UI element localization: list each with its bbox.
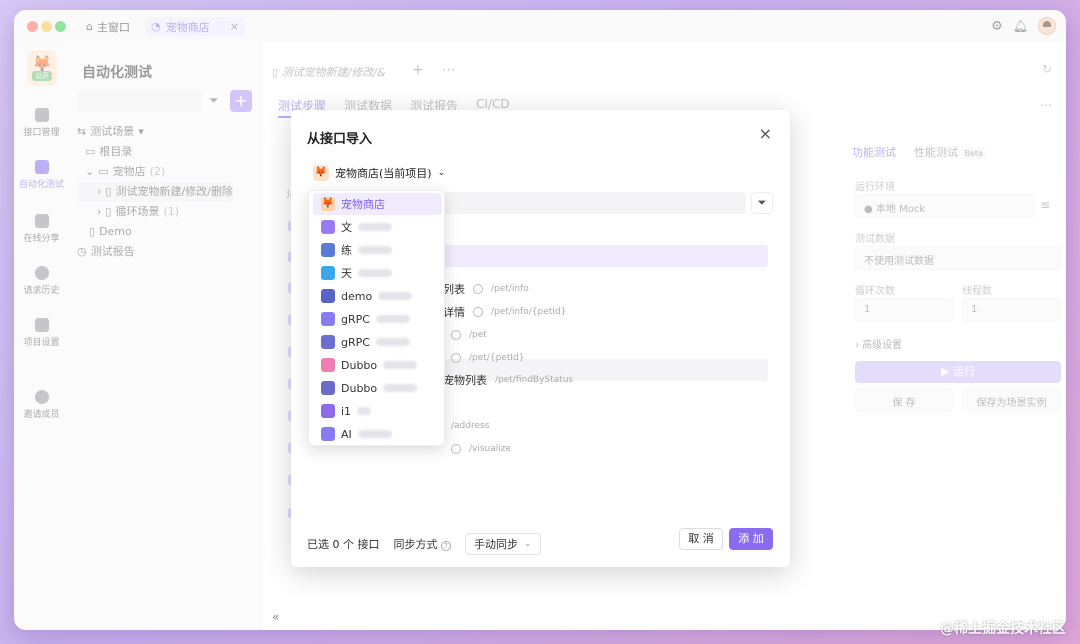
filter-icon[interactable]: ⏷ <box>751 192 773 214</box>
collapse-sidebar-icon[interactable]: « <box>272 610 279 624</box>
modal-title: 从接口导入 <box>307 132 373 147</box>
redacted-text <box>383 361 418 369</box>
sync-mode-value: 手动同步 <box>474 538 518 551</box>
redacted-text <box>375 315 410 323</box>
dropdown-item-label: AI <box>341 427 352 441</box>
radio-icon <box>451 353 461 363</box>
api-path: /pet/info/{petId} <box>491 307 567 317</box>
project-icon <box>321 427 335 441</box>
api-row[interactable]: /pet <box>443 325 487 345</box>
radio-icon <box>451 444 461 454</box>
dropdown-item-label: demo <box>341 289 373 303</box>
radio-icon <box>473 307 483 317</box>
selected-count: 已选 0 个 接口 <box>307 538 380 551</box>
dropdown-item[interactable]: gRPC <box>313 308 442 330</box>
sync-mode-select[interactable]: 手动同步 ⌄ <box>465 533 541 555</box>
api-name: 详情 <box>443 306 465 319</box>
sync-label: 同步方式 <box>393 538 438 551</box>
project-icon <box>321 312 335 326</box>
dropdown-item[interactable]: 文 <box>313 216 442 238</box>
project-select-label: 宠物商店(当前项目) <box>335 167 432 180</box>
dropdown-item[interactable]: 🦊 宠物商店 <box>313 193 442 215</box>
dropdown-item-label: gRPC <box>341 335 370 349</box>
dropdown-item[interactable]: Dubbo <box>313 354 442 376</box>
sync-label-group: 同步方式 ? <box>393 536 451 552</box>
watermark: @稀土掘金技术社区 <box>940 621 1066 637</box>
api-name: 列表 <box>443 283 465 296</box>
app-window: ⌂ 主窗口 ◔ 宠物商店 × ⚙ 🔔︎ 🦊 公开 接口管理 自动化测试 <box>14 10 1066 630</box>
modal-footer-info: 已选 0 个 接口 同步方式 ? 手动同步 ⌄ <box>307 533 541 555</box>
api-path: /visualize <box>469 444 512 454</box>
api-name: 宠物列表 <box>443 374 487 387</box>
api-path: /pet/info <box>491 284 529 294</box>
redacted-text <box>358 223 392 231</box>
dropdown-item-label: i1 <box>341 404 352 418</box>
dropdown-item-label: gRPC <box>341 312 370 326</box>
dropdown-item-label: Dubbo <box>341 381 378 395</box>
dropdown-item-label: 文 <box>341 221 352 234</box>
help-icon[interactable]: ? <box>441 541 451 551</box>
project-select[interactable]: 🦊 宠物商店(当前项目) ⌄ <box>313 165 445 181</box>
dropdown-item[interactable]: 练 <box>313 239 442 261</box>
dropdown-item-label: 宠物商店 <box>341 198 385 211</box>
project-icon <box>321 335 335 349</box>
chevron-down-icon: ⌄ <box>437 168 446 178</box>
dropdown-item[interactable]: Dubbo <box>313 377 442 399</box>
api-row[interactable]: 列表 /pet/info <box>443 279 529 299</box>
api-path: /pet/findByStatus <box>495 375 574 385</box>
dropdown-item[interactable]: AI <box>313 423 442 445</box>
api-row[interactable]: /address <box>443 416 489 436</box>
api-path: /pet/{petId} <box>469 353 525 363</box>
fox-icon: 🦊 <box>313 165 329 181</box>
dropdown-item[interactable]: i1 <box>313 400 442 422</box>
api-search-input[interactable] <box>443 192 746 214</box>
redacted-text <box>357 430 392 438</box>
project-icon <box>321 381 335 395</box>
project-icon <box>321 266 335 280</box>
project-icon <box>321 404 335 418</box>
redacted-text <box>383 384 418 392</box>
dropdown-item[interactable]: gRPC <box>313 331 442 353</box>
project-icon <box>321 220 335 234</box>
project-icon <box>321 289 335 303</box>
api-row[interactable]: 宠物列表 /pet/findByStatus <box>443 370 573 390</box>
dropdown-item[interactable]: 天 <box>313 262 442 284</box>
redacted-text <box>375 338 410 346</box>
dropdown-item-label: 天 <box>341 267 352 280</box>
api-path: /pet <box>469 330 487 340</box>
redacted-text <box>357 407 372 415</box>
chevron-down-icon: ⌄ <box>524 539 532 549</box>
api-row[interactable]: /pet/{petId} <box>443 348 524 368</box>
selected-row-bg <box>443 245 768 267</box>
redacted-text <box>378 292 413 300</box>
project-icon <box>321 243 335 257</box>
project-icon <box>321 358 335 372</box>
add-button[interactable]: 添 加 <box>729 528 773 550</box>
dropdown-item-label: 练 <box>341 244 352 257</box>
dropdown-item-label: Dubbo <box>341 358 378 372</box>
project-dropdown: 🦊 宠物商店 文 练 天 demo gRPC gRPC Dubbo Dubbo … <box>308 190 445 446</box>
radio-icon <box>473 284 483 294</box>
api-row[interactable]: /visualize <box>443 439 511 459</box>
project-icon: 🦊 <box>321 197 335 211</box>
close-icon[interactable]: × <box>759 124 772 143</box>
api-row[interactable]: 详情 /pet/info/{petId} <box>443 302 566 322</box>
redacted-text <box>358 269 392 277</box>
api-path: /address <box>451 421 490 431</box>
dropdown-item[interactable]: demo <box>313 285 442 307</box>
cancel-button[interactable]: 取 消 <box>679 528 723 550</box>
redacted-text <box>358 246 392 254</box>
radio-icon <box>451 330 461 340</box>
